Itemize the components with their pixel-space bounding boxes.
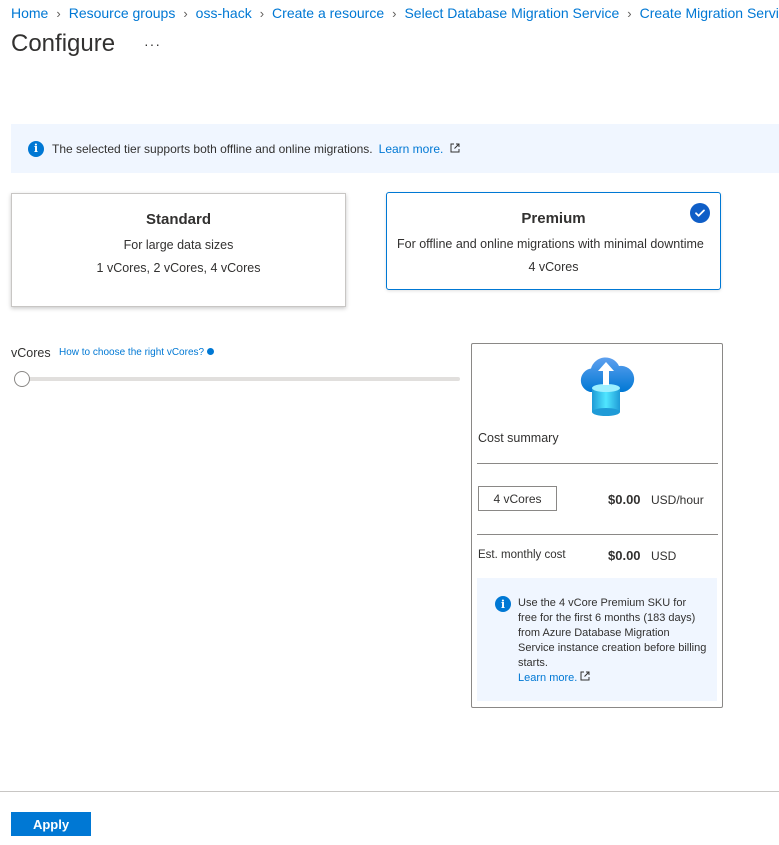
tier-name: Standard (145, 211, 211, 228)
tier-card-standard[interactable]: Standard For large data sizes 1 vCores, … (11, 193, 346, 307)
hourly-price: $0.00 (608, 492, 641, 507)
cost-summary-panel: Cost summary 4 vCores $0.00 USD/hour Est… (471, 343, 723, 708)
tier-card-premium[interactable]: Premium For offline and online migration… (386, 192, 721, 290)
learn-more-label: Learn more. (378, 141, 444, 156)
chevron-right-icon: › (56, 5, 61, 21)
more-options-button[interactable]: ··· (144, 36, 161, 52)
info-icon: i (28, 140, 44, 157)
chevron-right-icon: › (259, 5, 265, 21)
external-link-icon (580, 671, 590, 681)
info-banner: i The selected tier supports both offlin… (11, 124, 779, 173)
database-upload-icon (580, 357, 635, 416)
breadcrumb-oss-hack[interactable]: oss-hack (196, 5, 252, 21)
learn-more-link[interactable]: Learn more. (518, 671, 590, 684)
learn-more-label: Learn more. (518, 672, 578, 684)
tier-name: Premium (521, 210, 586, 227)
external-link-icon (450, 143, 460, 152)
vcores-label: vCores (11, 346, 51, 360)
info-icon: i (495, 596, 511, 612)
breadcrumb-create-resource[interactable]: Create a resource (272, 5, 384, 21)
monthly-cost-label: Est. monthly cost (478, 549, 566, 561)
tier-cores: 1 vCores, 2 vCores, 4 vCores (96, 261, 261, 275)
breadcrumb-home[interactable]: Home (11, 5, 48, 21)
checkmark-icon (690, 203, 710, 223)
divider (477, 534, 718, 535)
vcores-help-label: How to choose the right vCores? (59, 347, 205, 358)
chevron-right-icon: › (627, 5, 632, 21)
free-tier-message: Use the 4 vCore Premium SKU for free for… (518, 597, 707, 669)
free-tier-info: i Use the 4 vCore Premium SKU for free f… (477, 578, 717, 701)
breadcrumb: Home › Resource groups › oss-hack › Crea… (11, 4, 779, 22)
vcores-slider-thumb[interactable] (14, 371, 30, 387)
free-tier-info-text: Use the 4 vCore Premium SKU for free for… (518, 596, 708, 686)
cost-summary-title: Cost summary (478, 431, 559, 445)
vcore-count-field[interactable]: 4 vCores (478, 486, 557, 511)
apply-button[interactable]: Apply (11, 812, 91, 836)
monthly-price: $0.00 (608, 548, 641, 563)
breadcrumb-create-migration-service[interactable]: Create Migration Service (640, 5, 779, 21)
vcores-help-link[interactable]: How to choose the right vCores? (59, 347, 215, 358)
monthly-unit: USD (651, 549, 677, 563)
learn-more-link[interactable]: Learn more. (379, 142, 460, 156)
tier-cores: 4 vCores (528, 260, 579, 274)
vcores-slider-track[interactable] (15, 377, 460, 381)
breadcrumb-select-dms[interactable]: Select Database Migration Service (404, 5, 619, 21)
tier-description: For large data sizes (123, 238, 234, 252)
divider (477, 463, 718, 464)
chevron-right-icon: › (183, 5, 188, 21)
breadcrumb-resource-groups[interactable]: Resource groups (69, 5, 176, 21)
tier-description: For offline and online migrations with m… (397, 237, 704, 251)
page-title: Configure (11, 30, 116, 57)
footer-divider (0, 791, 779, 792)
hourly-unit: USD/hour (651, 493, 704, 507)
help-icon (207, 348, 215, 355)
info-banner-text: The selected tier supports both offline … (52, 141, 373, 156)
chevron-right-icon: › (392, 5, 397, 21)
